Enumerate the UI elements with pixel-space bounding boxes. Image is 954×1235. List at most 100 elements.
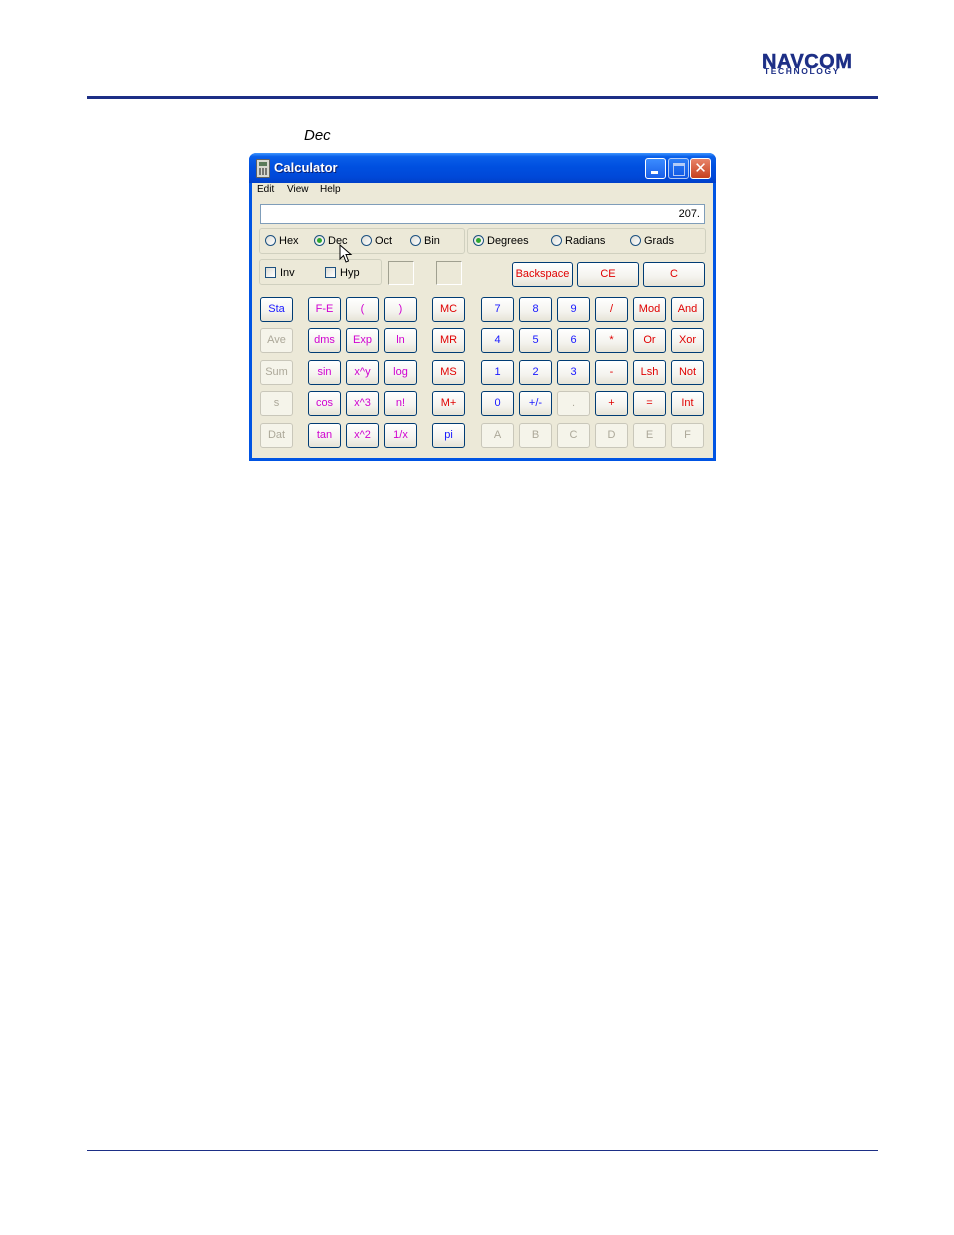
header-rule — [87, 96, 878, 99]
add-button[interactable]: + — [595, 391, 628, 416]
digit-5-button[interactable]: 5 — [519, 328, 552, 353]
close-paren-button[interactable]: ) — [384, 297, 417, 322]
sta-button[interactable]: Sta — [260, 297, 293, 322]
digit-3-button[interactable]: 3 — [557, 360, 590, 385]
footer-rule — [87, 1150, 878, 1151]
tan-button[interactable]: tan — [308, 423, 341, 448]
calculator-body: Edit View Help 207. Hex Dec Oct Bin Degr… — [252, 183, 713, 458]
and-button[interactable]: And — [671, 297, 704, 322]
menu-edit[interactable]: Edit — [257, 184, 274, 195]
close-icon: ✕ — [694, 159, 707, 177]
digit-8-button[interactable]: 8 — [519, 297, 552, 322]
logo-line-2: TECHNOLOGY — [764, 66, 840, 76]
sin-button[interactable]: sin — [308, 360, 341, 385]
ce-button[interactable]: CE — [577, 262, 639, 287]
radio-indicator — [630, 235, 641, 246]
radio-label: Degrees — [487, 235, 529, 247]
hex-b-button: B — [519, 423, 552, 448]
reciprocal-button[interactable]: 1/x — [384, 423, 417, 448]
hex-f-button: F — [671, 423, 704, 448]
calculator-icon — [256, 159, 270, 178]
checkbox-box — [325, 267, 336, 278]
checkbox-label: Hyp — [340, 267, 360, 279]
not-button[interactable]: Not — [671, 360, 704, 385]
digit-7-button[interactable]: 7 — [481, 297, 514, 322]
divide-button[interactable]: / — [595, 297, 628, 322]
radio-indicator — [551, 235, 562, 246]
clear-button[interactable]: C — [643, 262, 705, 287]
cos-button[interactable]: cos — [308, 391, 341, 416]
close-button[interactable]: ✕ — [690, 158, 711, 179]
title-bar[interactable]: Calculator ✕ — [249, 153, 716, 183]
radio-indicator — [314, 235, 325, 246]
open-paren-button[interactable]: ( — [346, 297, 379, 322]
sum-button: Sum — [260, 360, 293, 385]
digit-0-button[interactable]: 0 — [481, 391, 514, 416]
s-button: s — [260, 391, 293, 416]
digit-9-button[interactable]: 9 — [557, 297, 590, 322]
digit-1-button[interactable]: 1 — [481, 360, 514, 385]
digit-6-button[interactable]: 6 — [557, 328, 590, 353]
hex-a-button: A — [481, 423, 514, 448]
x-pow-y-button[interactable]: x^y — [346, 360, 379, 385]
checkbox-label: Inv — [280, 267, 295, 279]
mr-button[interactable]: MR — [432, 328, 465, 353]
radio-label: Hex — [279, 235, 299, 247]
decimal-button: . — [557, 391, 590, 416]
digit-4-button[interactable]: 4 — [481, 328, 514, 353]
factorial-button[interactable]: n! — [384, 391, 417, 416]
multiply-button[interactable]: * — [595, 328, 628, 353]
parenthesis-indicator — [436, 261, 462, 285]
m-plus-button[interactable]: M+ — [432, 391, 465, 416]
x-cubed-button[interactable]: x^3 — [346, 391, 379, 416]
sign-toggle-button[interactable]: +/- — [519, 391, 552, 416]
radio-indicator — [265, 235, 276, 246]
calculator-display: 207. — [260, 204, 705, 224]
fe-button[interactable]: F-E — [308, 297, 341, 322]
navcom-logo: NAVCOM TECHNOLOGY — [762, 52, 882, 76]
backspace-button[interactable]: Backspace — [512, 262, 573, 287]
radio-label: Grads — [644, 235, 674, 247]
calculator-window: Calculator ✕ Edit View Help 207. Hex Dec… — [249, 153, 716, 461]
dat-button: Dat — [260, 423, 293, 448]
minimize-button[interactable] — [645, 158, 666, 179]
ln-button[interactable]: ln — [384, 328, 417, 353]
caption-text: Dec — [304, 127, 331, 144]
hex-d-button: D — [595, 423, 628, 448]
number-system-group: Hex Dec Oct Bin — [259, 228, 465, 254]
hex-c-button: C — [557, 423, 590, 448]
maximize-button[interactable] — [668, 158, 689, 179]
hex-e-button: E — [633, 423, 666, 448]
digit-2-button[interactable]: 2 — [519, 360, 552, 385]
menu-help[interactable]: Help — [320, 184, 341, 195]
equals-button[interactable]: = — [633, 391, 666, 416]
exp-button[interactable]: Exp — [346, 328, 379, 353]
lsh-button[interactable]: Lsh — [633, 360, 666, 385]
dms-button[interactable]: dms — [308, 328, 341, 353]
xor-button[interactable]: Xor — [671, 328, 704, 353]
ms-button[interactable]: MS — [432, 360, 465, 385]
subtract-button[interactable]: - — [595, 360, 628, 385]
checkbox-box — [265, 267, 276, 278]
mc-button[interactable]: MC — [432, 297, 465, 322]
mouse-pointer-icon — [339, 244, 353, 263]
radio-label: Bin — [424, 235, 440, 247]
menu-view[interactable]: View — [287, 184, 309, 195]
inv-hyp-group: Inv Hyp — [259, 259, 382, 285]
mod-button[interactable]: Mod — [633, 297, 666, 322]
radio-indicator — [473, 235, 484, 246]
or-button[interactable]: Or — [633, 328, 666, 353]
radio-indicator — [410, 235, 421, 246]
log-button[interactable]: log — [384, 360, 417, 385]
x-squared-button[interactable]: x^2 — [346, 423, 379, 448]
radio-label: Oct — [375, 235, 393, 247]
pi-button[interactable]: pi — [432, 423, 465, 448]
int-button[interactable]: Int — [671, 391, 704, 416]
menu-bar: Edit View Help — [252, 183, 713, 199]
window-title: Calculator — [274, 160, 338, 175]
radio-label: Radians — [565, 235, 606, 247]
radio-indicator — [361, 235, 372, 246]
memory-indicator — [388, 261, 414, 285]
angle-units-group: Degrees Radians Grads — [467, 228, 706, 254]
ave-button: Ave — [260, 328, 293, 353]
